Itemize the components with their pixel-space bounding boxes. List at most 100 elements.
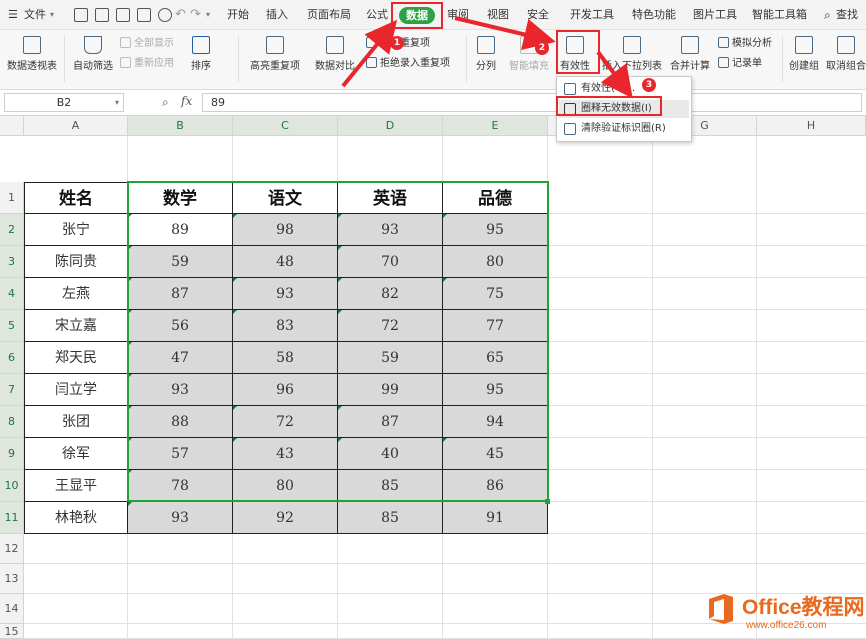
hamburger-icon[interactable]: ☰: [8, 0, 18, 30]
table-cell-a3[interactable]: 陈同贵: [24, 246, 128, 278]
highlight-duplicates-button[interactable]: 高亮重复项: [244, 36, 306, 72]
row-header-15[interactable]: 15: [0, 624, 24, 639]
table-cell-a5[interactable]: 宋立嘉: [24, 310, 128, 342]
table-cell-a4[interactable]: 左燕: [24, 278, 128, 310]
table-cell-a8[interactable]: 张团: [24, 406, 128, 438]
table-cell-b6[interactable]: 47: [128, 342, 233, 374]
table-cell-c9[interactable]: 43: [233, 438, 338, 470]
table-cell-a11[interactable]: 林艳秋: [24, 502, 128, 534]
print-preview-icon[interactable]: [137, 8, 151, 22]
chevron-down-icon[interactable]: ▾: [50, 0, 54, 30]
split-columns-button[interactable]: 分列: [472, 36, 500, 72]
table-header-a[interactable]: 姓名: [24, 182, 128, 214]
table-cell-d2[interactable]: 93: [338, 214, 443, 246]
table-cell-e3[interactable]: 80: [443, 246, 548, 278]
undo-icon[interactable]: ↶: [175, 0, 186, 30]
format-painter-icon[interactable]: [158, 8, 172, 22]
redo-icon[interactable]: ↷: [190, 0, 201, 30]
table-cell-d9[interactable]: 40: [338, 438, 443, 470]
table-cell-c6[interactable]: 58: [233, 342, 338, 374]
sort-button[interactable]: 排序: [186, 36, 216, 72]
table-header-e[interactable]: 品德: [443, 182, 548, 214]
table-cell-a6[interactable]: 郑天民: [24, 342, 128, 374]
table-cell-b10[interactable]: 78: [128, 470, 233, 502]
table-cell-e10[interactable]: 86: [443, 470, 548, 502]
tab-view[interactable]: 视图: [487, 0, 509, 30]
record-form-button[interactable]: 记录单: [718, 56, 762, 72]
table-cell-c5[interactable]: 83: [233, 310, 338, 342]
tab-formulas[interactable]: 公式: [366, 0, 388, 30]
file-menu[interactable]: 文件: [24, 0, 46, 30]
chevron-down-icon[interactable]: ▾: [115, 94, 119, 111]
select-all-corner[interactable]: [0, 116, 24, 136]
auto-filter-button[interactable]: 自动筛选: [70, 36, 116, 72]
table-cell-d7[interactable]: 99: [338, 374, 443, 406]
tab-review[interactable]: 审阅: [447, 0, 469, 30]
reject-duplicate-entry-button[interactable]: 拒绝录入重复项: [366, 56, 450, 72]
tab-search[interactable]: 查找: [836, 0, 858, 30]
fill-handle[interactable]: [545, 499, 550, 504]
table-cell-c8[interactable]: 72: [233, 406, 338, 438]
table-cell-d8[interactable]: 87: [338, 406, 443, 438]
tab-smart-toolbox[interactable]: 智能工具箱: [752, 0, 807, 30]
table-header-d[interactable]: 英语: [338, 182, 443, 214]
table-cell-c4[interactable]: 93: [233, 278, 338, 310]
table-cell-e8[interactable]: 94: [443, 406, 548, 438]
table-cell-e6[interactable]: 65: [443, 342, 548, 374]
row-header-4[interactable]: 4: [0, 278, 24, 310]
table-cell-e7[interactable]: 95: [443, 374, 548, 406]
row-header-2[interactable]: 2: [0, 214, 24, 246]
tab-special-features[interactable]: 特色功能: [632, 0, 676, 30]
tab-page-layout[interactable]: 页面布局: [307, 0, 351, 30]
table-cell-b5[interactable]: 56: [128, 310, 233, 342]
zoom-search-icon[interactable]: ⌕: [162, 95, 169, 110]
table-cell-b11[interactable]: 93: [128, 502, 233, 534]
what-if-analysis-button[interactable]: 模拟分析: [718, 36, 772, 52]
table-cell-c3[interactable]: 48: [233, 246, 338, 278]
column-header-d[interactable]: D: [338, 116, 443, 136]
row-header-7[interactable]: 7: [0, 374, 24, 406]
column-header-e[interactable]: E: [443, 116, 548, 136]
table-cell-b7[interactable]: 93: [128, 374, 233, 406]
clear-validation-circles-item[interactable]: 清除验证标识圈(R): [559, 120, 689, 138]
tab-security[interactable]: 安全: [527, 0, 549, 30]
tab-picture-tools[interactable]: 图片工具: [693, 0, 737, 30]
table-cell-d10[interactable]: 85: [338, 470, 443, 502]
table-cell-b3[interactable]: 59: [128, 246, 233, 278]
formula-input[interactable]: 89: [202, 93, 862, 112]
column-header-b[interactable]: B: [128, 116, 233, 136]
table-cell-e9[interactable]: 45: [443, 438, 548, 470]
table-cell-d3[interactable]: 70: [338, 246, 443, 278]
row-header-14[interactable]: 14: [0, 594, 24, 624]
table-cell-d4[interactable]: 82: [338, 278, 443, 310]
tab-developer[interactable]: 开发工具: [570, 0, 614, 30]
pivot-table-button[interactable]: 数据透视表: [6, 36, 58, 72]
table-cell-d6[interactable]: 59: [338, 342, 443, 374]
table-cell-d5[interactable]: 72: [338, 310, 443, 342]
column-header-a[interactable]: A: [24, 116, 128, 136]
table-header-b[interactable]: 数学: [128, 182, 233, 214]
table-cell-e11[interactable]: 91: [443, 502, 548, 534]
table-cell-b2[interactable]: 89: [128, 214, 233, 246]
save-icon[interactable]: [74, 8, 88, 22]
table-cell-e2[interactable]: 95: [443, 214, 548, 246]
show-all-button[interactable]: 全部显示: [120, 36, 174, 52]
table-cell-b4[interactable]: 87: [128, 278, 233, 310]
table-cell-c7[interactable]: 96: [233, 374, 338, 406]
row-header-6[interactable]: 6: [0, 342, 24, 374]
row-header-11[interactable]: 11: [0, 502, 24, 534]
row-header-10[interactable]: 10: [0, 470, 24, 502]
quick-access-more-icon[interactable]: ▾: [206, 0, 210, 30]
row-header-8[interactable]: 8: [0, 406, 24, 438]
table-cell-e4[interactable]: 75: [443, 278, 548, 310]
table-cell-a10[interactable]: 王显平: [24, 470, 128, 502]
reapply-button[interactable]: 重新应用: [120, 56, 174, 72]
row-header-13[interactable]: 13: [0, 564, 24, 594]
table-header-c[interactable]: 语文: [233, 182, 338, 214]
ungroup-button[interactable]: 取消组合: [826, 36, 866, 72]
insert-dropdown-list-button[interactable]: 插入下拉列表: [602, 36, 662, 72]
table-cell-c10[interactable]: 80: [233, 470, 338, 502]
column-header-c[interactable]: C: [233, 116, 338, 136]
tab-insert[interactable]: 插入: [266, 0, 288, 30]
print-icon[interactable]: [116, 8, 130, 22]
